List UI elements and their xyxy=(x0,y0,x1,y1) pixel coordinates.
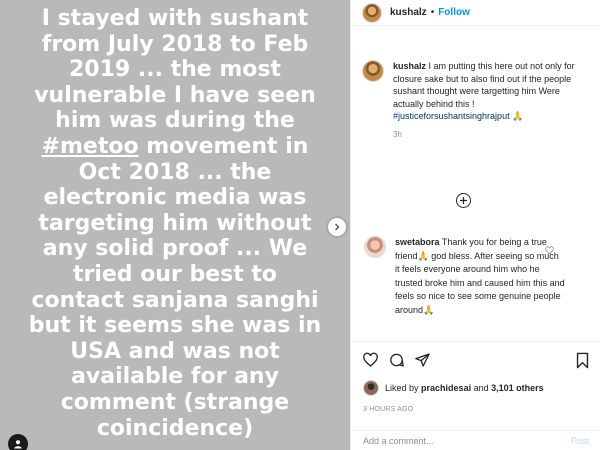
likes-summary: Liked by prachidesai and 3,101 others xyxy=(363,380,544,396)
follow-button[interactable]: Follow xyxy=(438,7,470,18)
likes-text: Liked by prachidesai and 3,101 others xyxy=(385,383,544,393)
comment-username[interactable]: swetabora xyxy=(395,237,440,247)
heart-icon xyxy=(545,246,554,255)
avatar[interactable] xyxy=(362,2,382,23)
story-line: vulnerable I have seen xyxy=(34,82,316,108)
story-line: Oct 2018 ... the xyxy=(78,159,272,185)
story-image: I stayed with sushant from July 2018 to … xyxy=(0,0,350,450)
likes-middle: and xyxy=(473,383,489,393)
avatar[interactable] xyxy=(362,60,384,82)
tagged-users-button[interactable] xyxy=(8,434,28,450)
plus-circle-icon xyxy=(460,197,467,204)
chevron-right-icon xyxy=(335,223,340,231)
story-line: available for any xyxy=(71,364,279,390)
comment-input[interactable]: Add a comment... xyxy=(363,436,434,446)
story-line-rest: movement in xyxy=(138,133,309,159)
comment-icon xyxy=(390,353,404,367)
likes-count[interactable]: 3,101 others xyxy=(491,383,544,393)
post-panel: kushalz • Follow kushalz I am putting th… xyxy=(350,0,600,450)
comment-text: Thank you for being a true friend🙏 god b… xyxy=(395,237,565,315)
avatar[interactable] xyxy=(363,380,379,396)
post-comment-button[interactable]: Post xyxy=(571,436,589,446)
caption-emoji: 🙏 xyxy=(512,111,524,122)
story-hashtag: #metoo xyxy=(41,133,139,159)
story-line: him was during the xyxy=(55,108,295,134)
author-username[interactable]: kushalz xyxy=(390,7,427,18)
heart-icon xyxy=(363,352,378,367)
separator-dot: • xyxy=(430,7,435,18)
post-timestamp: 3 HOURS AGO xyxy=(363,406,414,413)
story-line: tried our best to xyxy=(72,261,278,287)
comment-button[interactable] xyxy=(388,352,405,373)
story-line: #metoo movement in xyxy=(18,134,332,160)
comment-body: swetabora Thank you for being a true fri… xyxy=(395,236,565,318)
story-line: USA and was not xyxy=(70,338,280,364)
caption-hashtag[interactable]: #justiceforsushantsinghrajput xyxy=(393,111,510,121)
caption-username[interactable]: kushalz xyxy=(393,61,426,71)
caption: kushalz I am putting this here out not o… xyxy=(362,60,588,142)
likes-user[interactable]: prachidesai xyxy=(421,383,471,393)
story-line: 2019 ... the most xyxy=(68,57,282,83)
next-button[interactable] xyxy=(328,218,346,236)
story-line: coincidence) xyxy=(96,415,254,441)
story-line: comment (strange xyxy=(60,389,290,415)
bookmark-icon xyxy=(576,352,589,369)
add-comment-bar: Add a comment... Post xyxy=(351,430,600,450)
story-line: targeting him without xyxy=(38,210,312,236)
user-tag-icon xyxy=(14,440,22,449)
comment: swetabora Thank you for being a true fri… xyxy=(364,236,565,318)
story-text: I stayed with sushant from July 2018 to … xyxy=(0,6,350,441)
share-icon xyxy=(415,353,430,367)
avatar[interactable] xyxy=(364,236,386,258)
like-button[interactable] xyxy=(362,352,379,373)
load-more-comments-button[interactable] xyxy=(456,193,471,208)
action-bar xyxy=(351,341,600,375)
comment-like-button[interactable] xyxy=(545,242,554,260)
story-line: but it seems she was in xyxy=(28,313,322,339)
story-line: any solid proof ... We xyxy=(42,236,308,262)
story-line: from July 2018 to Feb xyxy=(41,31,309,57)
caption-time: 3h xyxy=(393,129,402,139)
share-button[interactable] xyxy=(414,352,431,373)
story-line: I stayed with sushant xyxy=(41,6,309,31)
story-line: contact sanjana sanghi xyxy=(31,287,319,313)
caption-body: kushalz I am putting this here out not o… xyxy=(393,60,588,142)
save-button[interactable] xyxy=(575,352,590,374)
story-line: electronic media was xyxy=(43,185,307,211)
post-header: kushalz • Follow xyxy=(351,0,600,26)
likes-prefix: Liked by xyxy=(385,383,419,393)
